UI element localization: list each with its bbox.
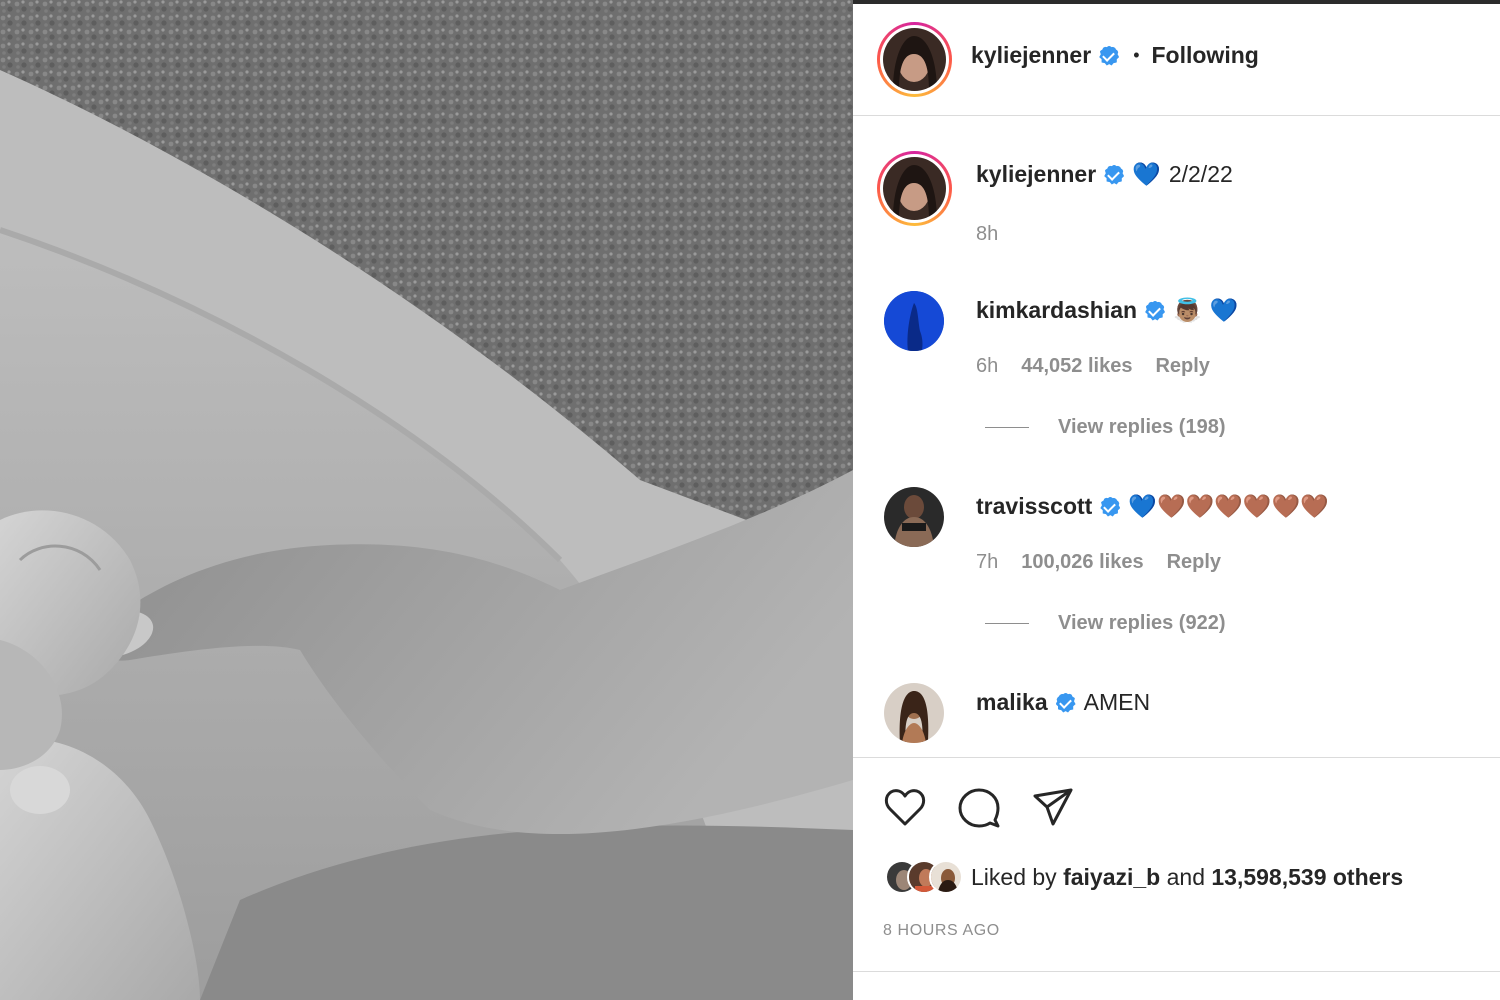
reply-button[interactable]: Reply (1155, 355, 1209, 378)
avatar[interactable] (884, 487, 944, 547)
following-button[interactable]: Following (1152, 42, 1259, 69)
comment-username[interactable]: travisscott (976, 493, 1092, 520)
hearts-emoji: 💙🤎🤎🤎🤎🤎🤎 (1128, 493, 1329, 519)
post-actions: Liked by faiyazi_b and 13,598,539 others… (853, 757, 1500, 972)
view-replies-button[interactable]: View replies (922) (985, 612, 1226, 635)
heart-outline-icon[interactable] (883, 786, 927, 830)
verified-badge-icon (1100, 496, 1121, 517)
verified-badge-icon (1055, 692, 1076, 713)
comment-text: AMEN (1083, 689, 1151, 715)
post-side-panel: kyliejenner • Following kyliejenner 💙 2/… (853, 0, 1500, 1000)
avatar[interactable] (883, 28, 946, 91)
comment-time[interactable]: 7h (976, 551, 998, 574)
caption-text: 2/2/22 (1168, 161, 1233, 187)
view-replies-label[interactable]: View replies (922) (1058, 612, 1226, 635)
post-header: kyliejenner • Following (853, 4, 1500, 116)
caption-time[interactable]: 8h (976, 223, 998, 246)
comment-likes[interactable]: 100,026 likes (1021, 551, 1143, 574)
avatar[interactable] (883, 157, 946, 220)
comment-likes[interactable]: 44,052 likes (1021, 355, 1132, 378)
author-username[interactable]: kyliejenner (971, 42, 1091, 69)
baby-hand-photo (0, 0, 853, 1000)
post-photo[interactable] (0, 0, 853, 1000)
verified-badge-icon (1099, 45, 1120, 66)
replies-dash (985, 427, 1029, 428)
blue-heart-emoji: 💙 (1209, 297, 1239, 323)
post-timestamp[interactable]: 8 HOURS AGO (883, 922, 1000, 940)
liked-by-row[interactable]: Liked by faiyazi_b and 13,598,539 others (885, 860, 1403, 894)
replies-dash (985, 623, 1029, 624)
angel-emoji: 👼🏽 (1173, 297, 1202, 323)
verified-badge-icon (1145, 300, 1166, 321)
separator-dot: • (1133, 45, 1140, 65)
reply-button[interactable]: Reply (1167, 551, 1221, 574)
comments-list: kyliejenner 💙 2/2/22 8h kimkardashian 👼🏽… (853, 117, 1500, 757)
caption-avatar-ring[interactable] (877, 151, 952, 226)
liked-by-text[interactable]: Liked by faiyazi_b and 13,598,539 others (971, 864, 1403, 891)
comment-username[interactable]: kimkardashian (976, 297, 1137, 324)
likes-count[interactable]: 13,598,539 others (1211, 864, 1403, 890)
comment-bubble-icon[interactable] (957, 786, 1001, 830)
caption-username[interactable]: kyliejenner (976, 161, 1096, 188)
avatar[interactable] (884, 291, 944, 351)
comment-username[interactable]: malika (976, 689, 1048, 716)
avatar (929, 860, 963, 894)
verified-badge-icon (1104, 164, 1125, 185)
comment-time[interactable]: 6h (976, 355, 998, 378)
caption-emoji: 💙 (1132, 161, 1161, 187)
view-replies-label[interactable]: View replies (198) (1058, 416, 1226, 439)
avatar[interactable] (884, 683, 944, 743)
paper-plane-icon[interactable] (1031, 786, 1075, 830)
author-avatar-ring[interactable] (877, 22, 952, 97)
liked-by-user[interactable]: faiyazi_b (1063, 864, 1160, 890)
view-replies-button[interactable]: View replies (198) (985, 416, 1226, 439)
